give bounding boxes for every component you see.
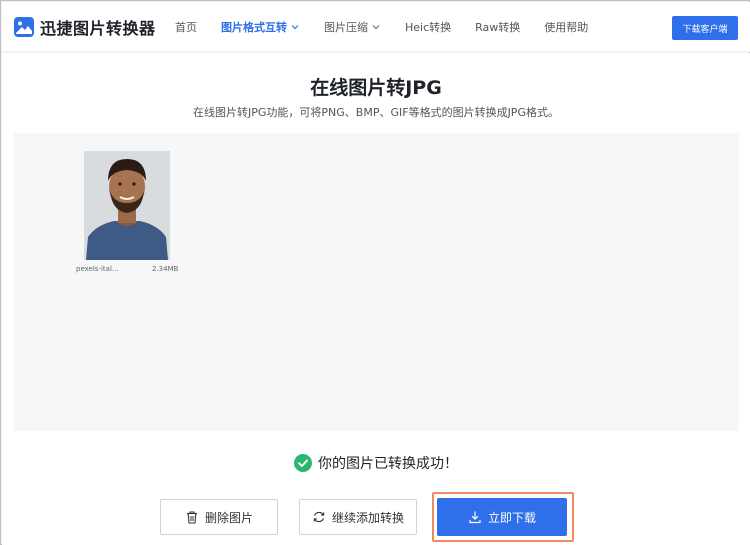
trash-icon	[186, 511, 197, 524]
file-size: 2.34MB	[152, 265, 179, 273]
page-subtitle: 在线图片转JPG功能，可将PNG、BMP、GIF等格式的图片转换成JPG格式。	[193, 106, 559, 119]
file-thumbnail[interactable]	[84, 151, 170, 260]
check-circle-icon	[294, 454, 312, 472]
brand-logo[interactable]: 迅捷图片转换器	[14, 16, 156, 38]
page-title: 在线图片转JPG	[310, 77, 442, 99]
conversion-status: 你的图片已转换成功！	[2, 453, 750, 473]
portrait-thumbnail	[84, 151, 170, 260]
brand-name: 迅捷图片转换器	[40, 19, 156, 38]
nav-item-label: 图片压缩	[324, 21, 368, 34]
nav-item-heic[interactable]: Heic转换	[405, 19, 451, 35]
nav-item-label: Raw转换	[475, 21, 521, 34]
download-now-button[interactable]: 立即下载	[437, 498, 567, 536]
chevron-down-icon	[291, 25, 299, 30]
nav-item-label: Heic转换	[405, 21, 452, 34]
chevron-down-icon	[372, 25, 380, 30]
nav-item-compress[interactable]: 图片压缩	[324, 19, 381, 35]
status-text: 你的图片已转换成功！	[318, 456, 458, 472]
continue-add-button[interactable]: 继续添加转换	[299, 499, 417, 535]
nav-item-label: 使用帮助	[544, 21, 589, 34]
refresh-icon	[313, 511, 325, 523]
delete-label: 删除图片	[204, 510, 253, 525]
app-window: 迅捷图片转换器 首页 图片格式互转 图片压缩 Heic转换 Raw转换 使用帮助	[0, 0, 750, 545]
download-icon	[469, 511, 481, 524]
download-label: 立即下载	[487, 510, 536, 525]
nav-item-label: 首页	[175, 21, 197, 34]
file-list-area[interactable]: pexels-ital... 2.34MB	[14, 133, 739, 431]
main-nav: 首页 图片格式互转 图片压缩 Heic转换 Raw转换 使用帮助	[175, 2, 612, 52]
nav-item-label: 图片格式互转	[221, 21, 287, 34]
delete-image-button[interactable]: 删除图片	[160, 499, 278, 535]
download-client-button[interactable]: 下载客户端	[672, 16, 738, 40]
nav-item-raw[interactable]: Raw转换	[475, 19, 520, 35]
continue-label: 继续添加转换	[331, 510, 404, 525]
file-name: pexels-ital...	[76, 265, 119, 273]
nav-item-home[interactable]: 首页	[175, 19, 197, 35]
converter-panel: 在线图片转JPG 在线图片转JPG功能，可将PNG、BMP、GIF等格式的图片转…	[2, 53, 750, 545]
top-header: 迅捷图片转换器 首页 图片格式互转 图片压缩 Heic转换 Raw转换 使用帮助	[2, 2, 750, 52]
image-logo-icon	[14, 17, 34, 37]
nav-item-help[interactable]: 使用帮助	[544, 19, 588, 35]
nav-item-format-convert[interactable]: 图片格式互转	[221, 19, 300, 35]
